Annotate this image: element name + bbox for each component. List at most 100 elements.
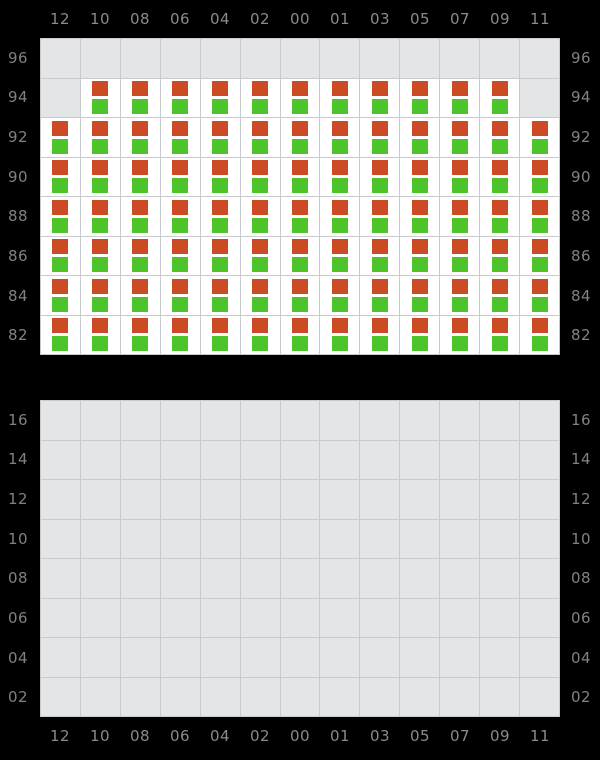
- bottom-panel-cell-06-10[interactable]: [160, 519, 200, 558]
- top-panel-cell-02-90[interactable]: [240, 157, 280, 196]
- top-panel-cell-03-94[interactable]: [360, 78, 400, 117]
- bottom-panel-cell-02-12[interactable]: [240, 480, 280, 519]
- top-panel-cell-12-94[interactable]: [41, 78, 80, 117]
- bottom-panel-cell-08-08[interactable]: [120, 559, 160, 598]
- top-panel-cell-04-82[interactable]: [200, 315, 240, 354]
- top-panel-cell-03-90[interactable]: [360, 157, 400, 196]
- bottom-panel-cell-01-02[interactable]: [320, 677, 360, 716]
- bottom-panel-cell-08-06[interactable]: [120, 598, 160, 637]
- bottom-panel-cell-06-04[interactable]: [160, 638, 200, 677]
- top-panel-cell-07-86[interactable]: [440, 236, 480, 275]
- top-panel-cell-10-88[interactable]: [80, 197, 120, 236]
- top-panel-cell-01-90[interactable]: [320, 157, 360, 196]
- top-panel-cell-00-82[interactable]: [280, 315, 320, 354]
- bottom-panel-cell-07-06[interactable]: [440, 598, 480, 637]
- top-panel-cell-02-94[interactable]: [240, 78, 280, 117]
- bottom-panel-cell-10-04[interactable]: [80, 638, 120, 677]
- bottom-panel-cell-04-10[interactable]: [200, 519, 240, 558]
- bottom-panel-cell-09-14[interactable]: [480, 440, 520, 479]
- bottom-panel-cell-01-12[interactable]: [320, 480, 360, 519]
- top-panel-cell-07-96[interactable]: [440, 39, 480, 78]
- top-panel-cell-00-94[interactable]: [280, 78, 320, 117]
- top-panel-cell-06-94[interactable]: [160, 78, 200, 117]
- top-panel-cell-03-82[interactable]: [360, 315, 400, 354]
- top-panel-cell-11-94[interactable]: [520, 78, 559, 117]
- bottom-panel-cell-05-08[interactable]: [400, 559, 440, 598]
- top-panel-cell-02-88[interactable]: [240, 197, 280, 236]
- bottom-panel-cell-08-12[interactable]: [120, 480, 160, 519]
- bottom-panel-cell-10-06[interactable]: [80, 598, 120, 637]
- bottom-panel-cell-11-12[interactable]: [520, 480, 559, 519]
- top-panel-cell-08-92[interactable]: [120, 118, 160, 157]
- bottom-panel-cell-01-16[interactable]: [320, 401, 360, 440]
- bottom-panel-cell-11-08[interactable]: [520, 559, 559, 598]
- bottom-panel-cell-09-10[interactable]: [480, 519, 520, 558]
- bottom-panel-cell-02-08[interactable]: [240, 559, 280, 598]
- top-panel-cell-00-90[interactable]: [280, 157, 320, 196]
- bottom-panel-cell-12-04[interactable]: [41, 638, 80, 677]
- bottom-panel-cell-02-16[interactable]: [240, 401, 280, 440]
- bottom-panel-cell-00-04[interactable]: [280, 638, 320, 677]
- top-panel-cell-04-88[interactable]: [200, 197, 240, 236]
- bottom-panel-cell-02-06[interactable]: [240, 598, 280, 637]
- bottom-panel-cell-03-10[interactable]: [360, 519, 400, 558]
- bottom-panel-cell-02-10[interactable]: [240, 519, 280, 558]
- bottom-panel-cell-10-16[interactable]: [80, 401, 120, 440]
- top-panel-cell-02-82[interactable]: [240, 315, 280, 354]
- top-panel-cell-07-82[interactable]: [440, 315, 480, 354]
- bottom-panel-cell-03-04[interactable]: [360, 638, 400, 677]
- bottom-panel-cell-04-04[interactable]: [200, 638, 240, 677]
- top-panel-cell-02-92[interactable]: [240, 118, 280, 157]
- bottom-panel-cell-05-10[interactable]: [400, 519, 440, 558]
- top-panel-cell-01-92[interactable]: [320, 118, 360, 157]
- bottom-panel-cell-08-14[interactable]: [120, 440, 160, 479]
- top-panel-cell-04-86[interactable]: [200, 236, 240, 275]
- bottom-panel-cell-05-02[interactable]: [400, 677, 440, 716]
- top-panel-cell-05-82[interactable]: [400, 315, 440, 354]
- bottom-panel-cell-03-16[interactable]: [360, 401, 400, 440]
- top-panel-cell-03-86[interactable]: [360, 236, 400, 275]
- top-panel-cell-11-82[interactable]: [520, 315, 559, 354]
- bottom-panel-cell-09-16[interactable]: [480, 401, 520, 440]
- top-panel-cell-00-86[interactable]: [280, 236, 320, 275]
- top-panel-cell-04-84[interactable]: [200, 276, 240, 315]
- bottom-panel-cell-09-06[interactable]: [480, 598, 520, 637]
- top-panel-cell-06-84[interactable]: [160, 276, 200, 315]
- top-panel-cell-06-92[interactable]: [160, 118, 200, 157]
- bottom-panel-cell-03-12[interactable]: [360, 480, 400, 519]
- top-panel-cell-05-96[interactable]: [400, 39, 440, 78]
- top-panel-cell-09-82[interactable]: [480, 315, 520, 354]
- top-panel-cell-05-90[interactable]: [400, 157, 440, 196]
- bottom-panel-cell-09-04[interactable]: [480, 638, 520, 677]
- top-panel-cell-03-92[interactable]: [360, 118, 400, 157]
- bottom-panel-cell-07-16[interactable]: [440, 401, 480, 440]
- top-panel-cell-02-84[interactable]: [240, 276, 280, 315]
- bottom-panel-cell-08-02[interactable]: [120, 677, 160, 716]
- top-panel-cell-10-82[interactable]: [80, 315, 120, 354]
- bottom-panel-cell-07-08[interactable]: [440, 559, 480, 598]
- top-panel-cell-12-90[interactable]: [41, 157, 80, 196]
- bottom-panel-cell-11-16[interactable]: [520, 401, 559, 440]
- bottom-panel-cell-12-02[interactable]: [41, 677, 80, 716]
- top-panel-cell-07-84[interactable]: [440, 276, 480, 315]
- bottom-panel-cell-12-14[interactable]: [41, 440, 80, 479]
- top-panel-cell-07-94[interactable]: [440, 78, 480, 117]
- top-panel-cell-09-94[interactable]: [480, 78, 520, 117]
- bottom-panel-cell-09-08[interactable]: [480, 559, 520, 598]
- top-panel-cell-03-84[interactable]: [360, 276, 400, 315]
- top-panel-cell-01-88[interactable]: [320, 197, 360, 236]
- bottom-panel-cell-12-10[interactable]: [41, 519, 80, 558]
- top-panel-cell-02-96[interactable]: [240, 39, 280, 78]
- bottom-panel-cell-03-08[interactable]: [360, 559, 400, 598]
- top-panel-cell-04-92[interactable]: [200, 118, 240, 157]
- bottom-panel-cell-03-02[interactable]: [360, 677, 400, 716]
- top-panel-cell-11-90[interactable]: [520, 157, 559, 196]
- bottom-panel-cell-00-02[interactable]: [280, 677, 320, 716]
- top-panel-cell-05-84[interactable]: [400, 276, 440, 315]
- top-panel-cell-12-92[interactable]: [41, 118, 80, 157]
- top-panel-cell-11-96[interactable]: [520, 39, 559, 78]
- bottom-panel-cell-04-16[interactable]: [200, 401, 240, 440]
- top-panel-cell-10-96[interactable]: [80, 39, 120, 78]
- top-panel-cell-03-88[interactable]: [360, 197, 400, 236]
- top-panel-cell-08-82[interactable]: [120, 315, 160, 354]
